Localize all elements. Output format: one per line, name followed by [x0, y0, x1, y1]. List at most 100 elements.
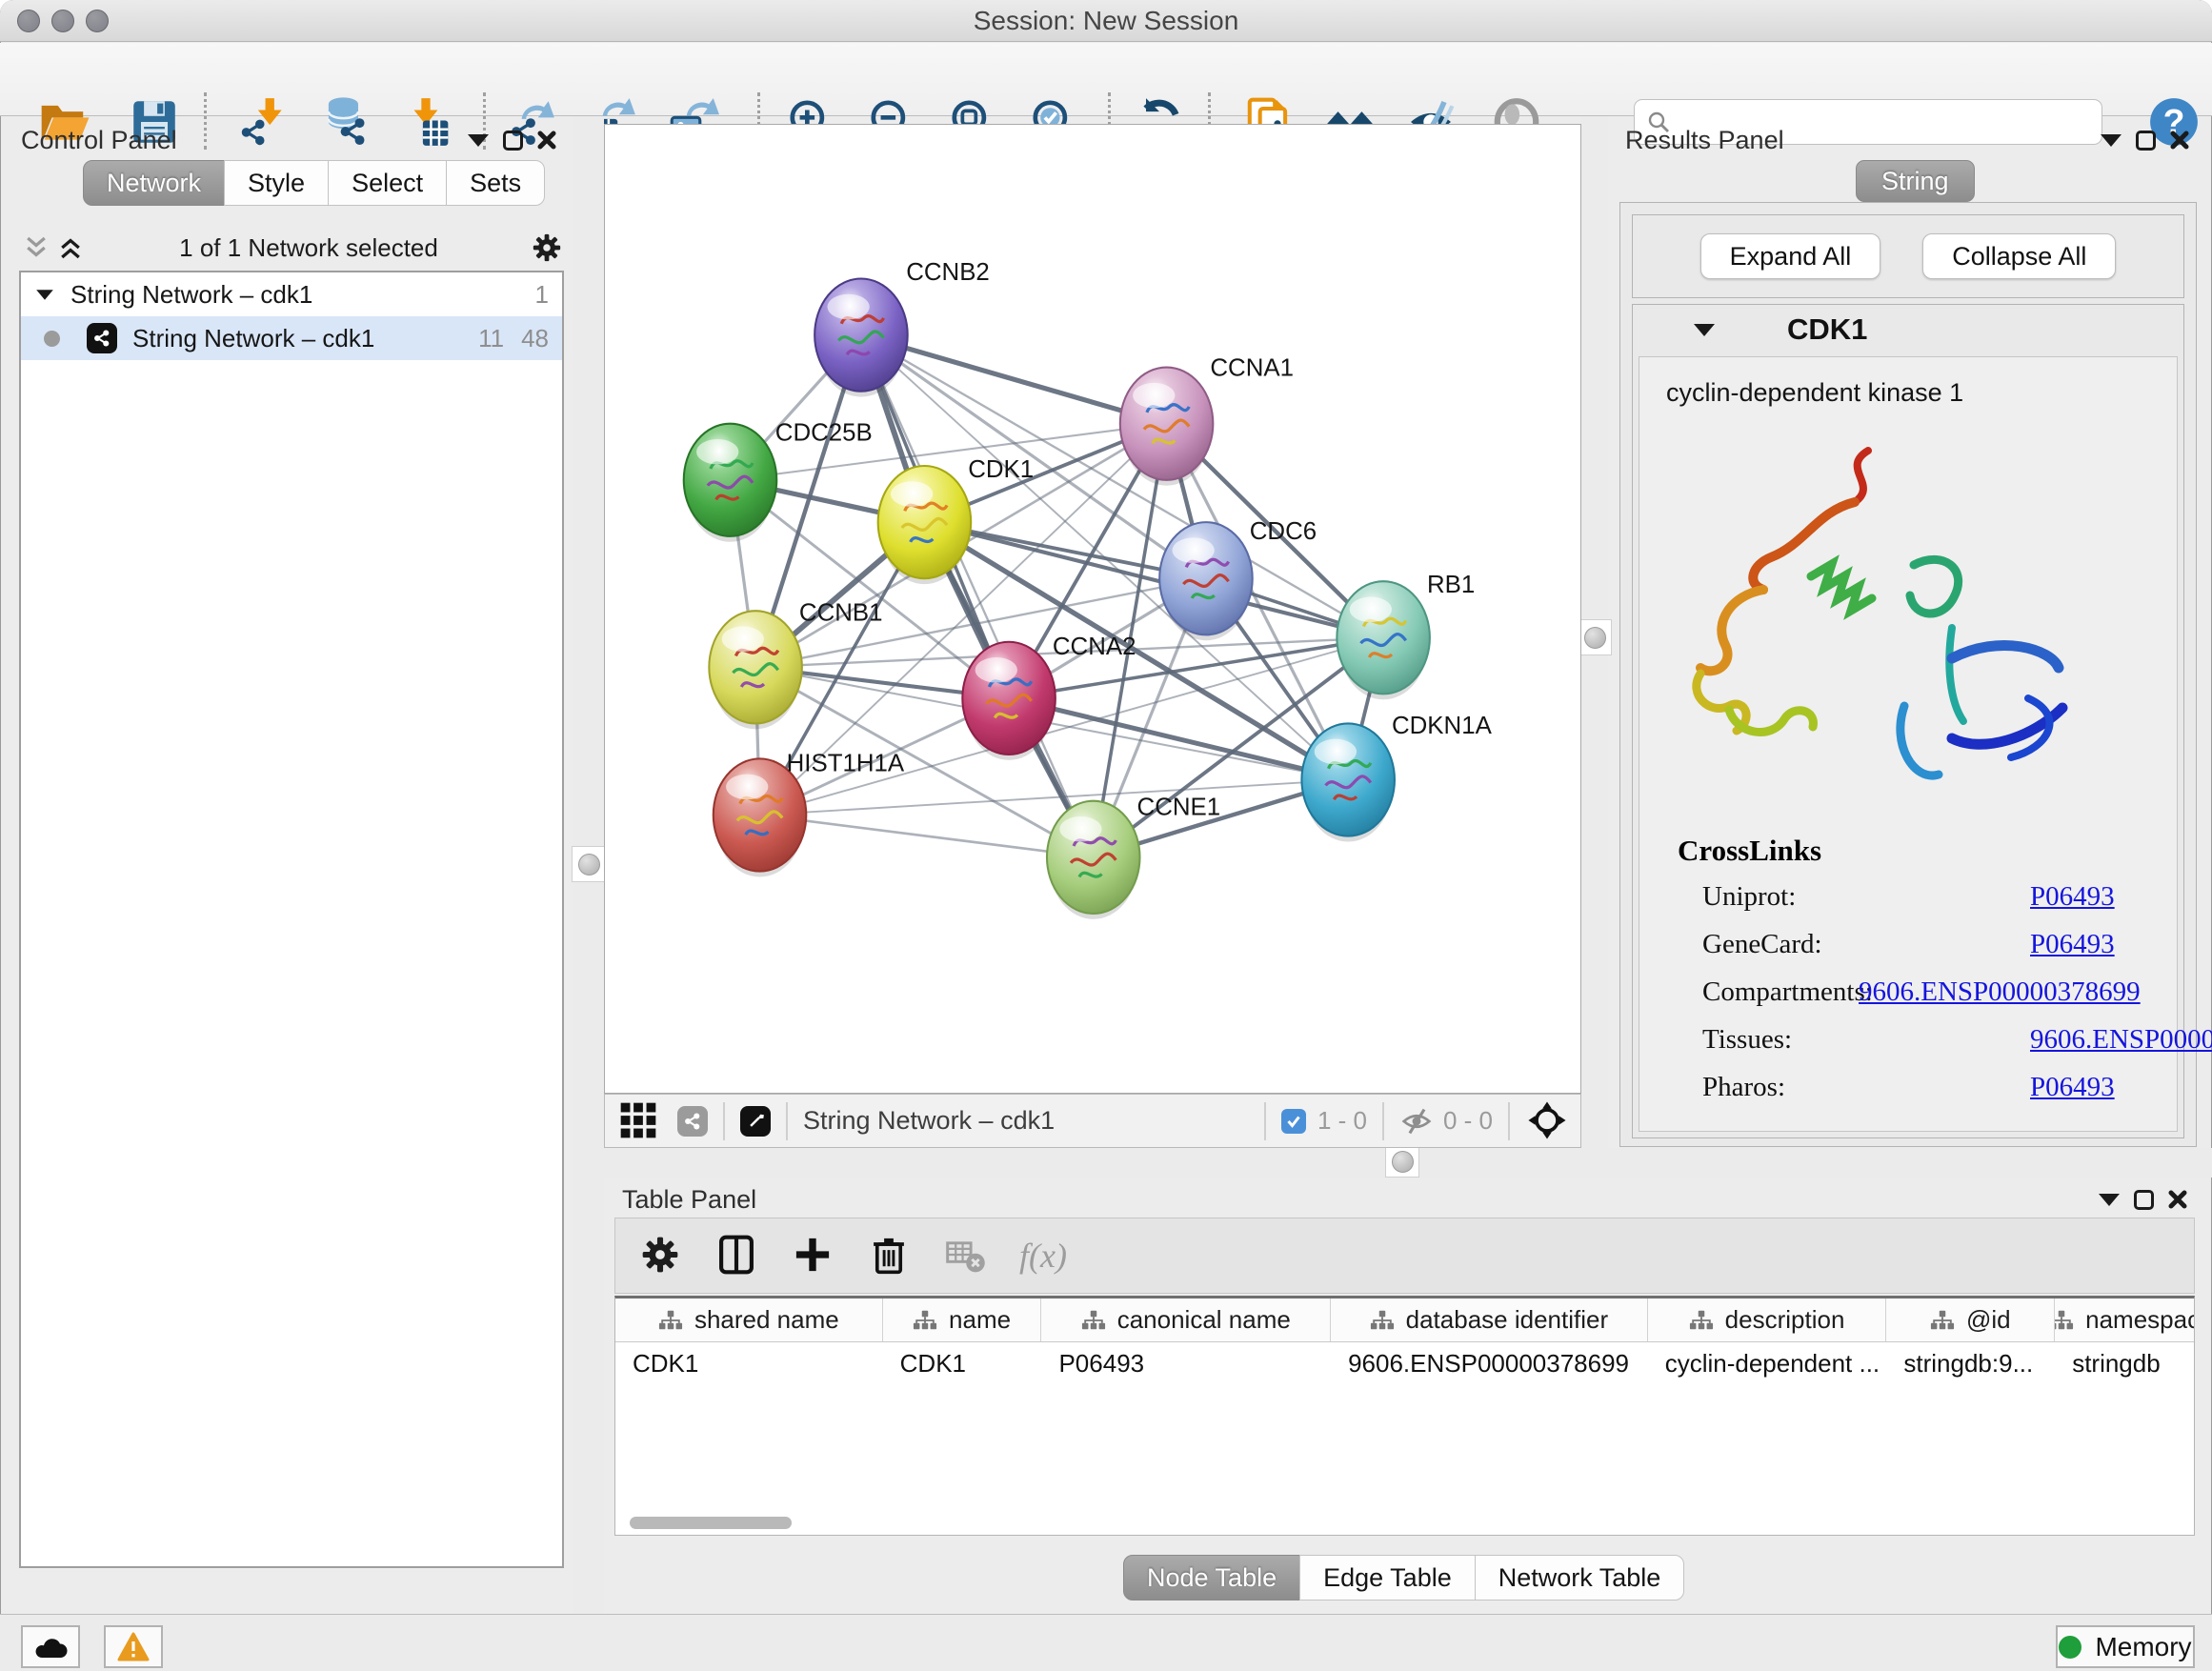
table-panel-menu-button[interactable]	[2092, 1184, 2126, 1215]
tab-style[interactable]: Style	[224, 160, 329, 206]
add-column-button[interactable]	[791, 1234, 835, 1278]
network-label: String Network – cdk1	[132, 324, 374, 353]
cell-id[interactable]: stringdb:9...	[1886, 1349, 2055, 1379]
tab-select[interactable]: Select	[328, 160, 447, 206]
network-view-title: String Network – cdk1	[803, 1106, 1055, 1136]
function-builder-button[interactable]: f(x)	[1019, 1236, 1067, 1276]
control-panel-float-button[interactable]	[495, 125, 530, 155]
expand-all-networks-button[interactable]	[53, 232, 88, 263]
show-columns-button[interactable]	[714, 1234, 758, 1278]
divider	[1264, 1102, 1266, 1140]
divider	[1508, 1102, 1510, 1140]
grid-view-button[interactable]	[616, 1099, 660, 1143]
network-node-CDK1[interactable]: CDK1	[878, 456, 1035, 584]
node-label: RB1	[1427, 572, 1475, 598]
control-panel-header: Control Panel	[21, 120, 564, 160]
network-node-CDKN1A[interactable]: CDKN1A	[1301, 713, 1492, 842]
section-collapse-icon[interactable]	[1694, 324, 1715, 336]
collapse-all-networks-button[interactable]	[19, 232, 53, 263]
cloud-status-button[interactable]	[21, 1625, 80, 1668]
cdk1-section-header[interactable]: CDK1	[1633, 305, 2183, 354]
tab-edge-table[interactable]: Edge Table	[1299, 1555, 1476, 1601]
pharos-link[interactable]: P06493	[2030, 1072, 2115, 1103]
right-splitter-handle[interactable]	[1578, 619, 1612, 655]
right-splitter[interactable]	[1581, 116, 1608, 1148]
tab-string[interactable]: String	[1856, 160, 1975, 202]
table-row[interactable]: CDK1 CDK1 P06493 9606.ENSP00000378699 cy…	[615, 1342, 2194, 1384]
network-node-CCNB2[interactable]: CCNB2	[814, 259, 990, 397]
column-header[interactable]: database identifier	[1331, 1299, 1648, 1341]
network-selection-status: 1 of 1 Network selected	[88, 233, 530, 263]
cell-shared-name[interactable]: CDK1	[615, 1349, 883, 1379]
detach-view-button[interactable]	[740, 1106, 771, 1137]
divider	[723, 1102, 725, 1140]
selected-checkbox[interactable]	[1281, 1109, 1306, 1134]
cell-name[interactable]: CDK1	[883, 1349, 1042, 1379]
memory-button[interactable]: Memory	[2056, 1625, 2195, 1668]
network-edge[interactable]	[861, 335, 1094, 857]
cell-canonical-name[interactable]: P06493	[1041, 1349, 1331, 1379]
node-label: CDC6	[1250, 518, 1317, 545]
column-header[interactable]: @id	[1886, 1299, 2055, 1341]
network-graph[interactable]: CCNB2CCNA1CDC25BCDK1CDC6RB1CCNB1CCNA2CDK…	[605, 125, 1580, 1093]
horizontal-scrollbar-thumb[interactable]	[630, 1517, 792, 1529]
delete-column-button[interactable]	[867, 1234, 911, 1278]
network-row-selected[interactable]: String Network – cdk1 11 48	[21, 316, 562, 360]
network-view-icon[interactable]	[677, 1106, 708, 1137]
warnings-button[interactable]	[104, 1625, 163, 1668]
birdseye-position-button[interactable]	[1525, 1099, 1569, 1143]
network-node-CDC25B[interactable]: CDC25B	[684, 419, 873, 541]
collapse-all-button[interactable]: Collapse All	[1922, 233, 2116, 279]
cell-namespace[interactable]: stringdb	[2055, 1349, 2194, 1379]
network-icon	[87, 323, 117, 353]
network-node-CCNB1[interactable]: CCNB1	[709, 600, 882, 730]
network-canvas[interactable]: CCNB2CCNA1CDC25BCDK1CDC6RB1CCNB1CCNA2CDK…	[604, 124, 1581, 1094]
results-panel-close-button[interactable]	[2162, 125, 2197, 155]
horizontal-splitter[interactable]	[604, 1148, 2212, 1178]
protein-description: cyclin-dependent kinase 1	[1639, 357, 2177, 408]
network-node-RB1[interactable]: RB1	[1337, 572, 1475, 699]
cell-database-identifier[interactable]: 9606.ENSP00000378699	[1331, 1349, 1648, 1379]
table-options-gear-button[interactable]	[638, 1234, 682, 1278]
column-header[interactable]: description	[1648, 1299, 1887, 1341]
expand-all-button[interactable]: Expand All	[1700, 233, 1881, 279]
left-splitter-handle[interactable]	[572, 846, 606, 882]
column-header[interactable]: namespac	[2055, 1299, 2194, 1341]
table-toolbar: f(x)	[614, 1218, 2195, 1294]
column-header[interactable]: shared name	[615, 1299, 883, 1341]
compartments-link[interactable]: 9606.ENSP00000378699	[1859, 976, 2141, 1008]
crosslink-row: Pharos: P06493	[1678, 1072, 2212, 1103]
control-panel-close-button[interactable]	[530, 125, 564, 155]
cdk1-section-body: cyclin-dependent kinase 1	[1639, 356, 2178, 1132]
network-node-HIST1H1A[interactable]: HIST1H1A	[714, 751, 905, 877]
tissues-link[interactable]: 9606.ENSP00000378699	[2030, 1024, 2212, 1056]
node-label: CCNA1	[1210, 354, 1294, 381]
network-node-CDC6[interactable]: CDC6	[1159, 518, 1317, 640]
column-header[interactable]: canonical name	[1041, 1299, 1331, 1341]
uniprot-link[interactable]: P06493	[2030, 881, 2115, 913]
delete-table-button[interactable]	[943, 1234, 987, 1278]
network-collection-row[interactable]: String Network – cdk1 1	[21, 272, 562, 316]
left-splitter[interactable]	[573, 116, 604, 1614]
results-panel-menu-button[interactable]	[2094, 125, 2128, 155]
tab-node-table[interactable]: Node Table	[1123, 1555, 1300, 1601]
network-node-CCNE1[interactable]: CCNE1	[1047, 794, 1220, 918]
window-title: Session: New Session	[0, 6, 2212, 36]
results-panel-float-button[interactable]	[2128, 125, 2162, 155]
tab-network[interactable]: Network	[83, 160, 225, 206]
tab-network-table[interactable]: Network Table	[1475, 1555, 1685, 1601]
table-panel-close-button[interactable]	[2161, 1184, 2195, 1215]
tab-sets[interactable]: Sets	[446, 160, 545, 206]
network-edge[interactable]	[760, 815, 1094, 856]
control-panel-menu-button[interactable]	[461, 125, 495, 155]
memory-status-dot	[2059, 1636, 2081, 1659]
table-panel-float-button[interactable]	[2126, 1184, 2161, 1215]
column-header[interactable]: name	[883, 1299, 1042, 1341]
crosslinks-title: CrossLinks	[1678, 834, 2212, 868]
horizontal-splitter-handle[interactable]	[1385, 1145, 1419, 1178]
collection-expand-icon[interactable]	[36, 290, 53, 299]
genecard-link[interactable]: P06493	[2030, 929, 2115, 960]
network-options-gear-button[interactable]	[530, 232, 564, 263]
cloud-icon	[33, 1633, 68, 1661]
cell-description[interactable]: cyclin-dependent ...	[1648, 1349, 1887, 1379]
